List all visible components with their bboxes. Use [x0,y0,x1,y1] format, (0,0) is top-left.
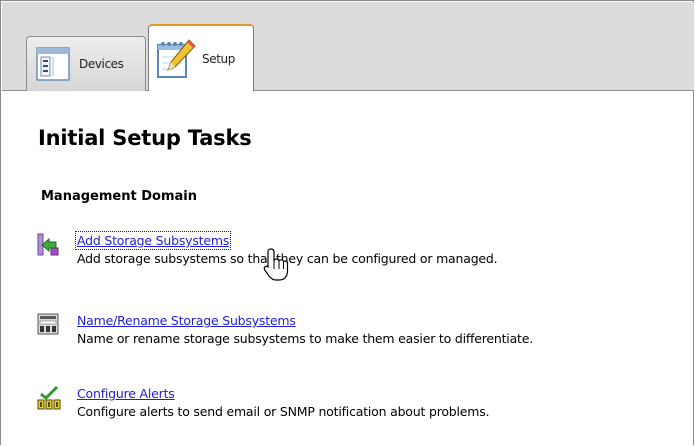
add-storage-subsystems-link[interactable]: Add Storage Subsystems [74,231,232,250]
tab-setup[interactable]: Setup [148,24,254,91]
rename-storage-subsystems-link[interactable]: Name/Rename Storage Subsystems [77,313,296,328]
rename-storage-subsystems-description: Name or rename storage subsystems to mak… [77,331,534,346]
tab-devices-label: Devices [79,57,124,71]
add-storage-subsystems-icon [37,233,59,256]
devices-window-icon [36,47,70,81]
setup-notepad-pencil-icon [157,38,196,78]
page-title: Initial Setup Tasks [38,126,252,150]
tab-setup-label: Setup [202,51,235,66]
tab-devices[interactable]: Devices [26,36,146,91]
hand-pointer-cursor-icon [263,248,289,281]
setup-content-panel: Initial Setup Tasks Management Domain Ad… [1,91,693,445]
section-title-management-domain: Management Domain [41,189,197,204]
tab-strip: Devices Setup [2,2,694,91]
setup-window: Devices Setup Initial Setup Tasks Manage… [0,0,694,445]
configure-alerts-description: Configure alerts to send email or SNMP n… [77,404,490,419]
configure-alerts-link[interactable]: Configure Alerts [77,386,175,401]
rename-storage-subsystems-icon [37,313,59,335]
configure-alerts-icon [37,386,61,410]
